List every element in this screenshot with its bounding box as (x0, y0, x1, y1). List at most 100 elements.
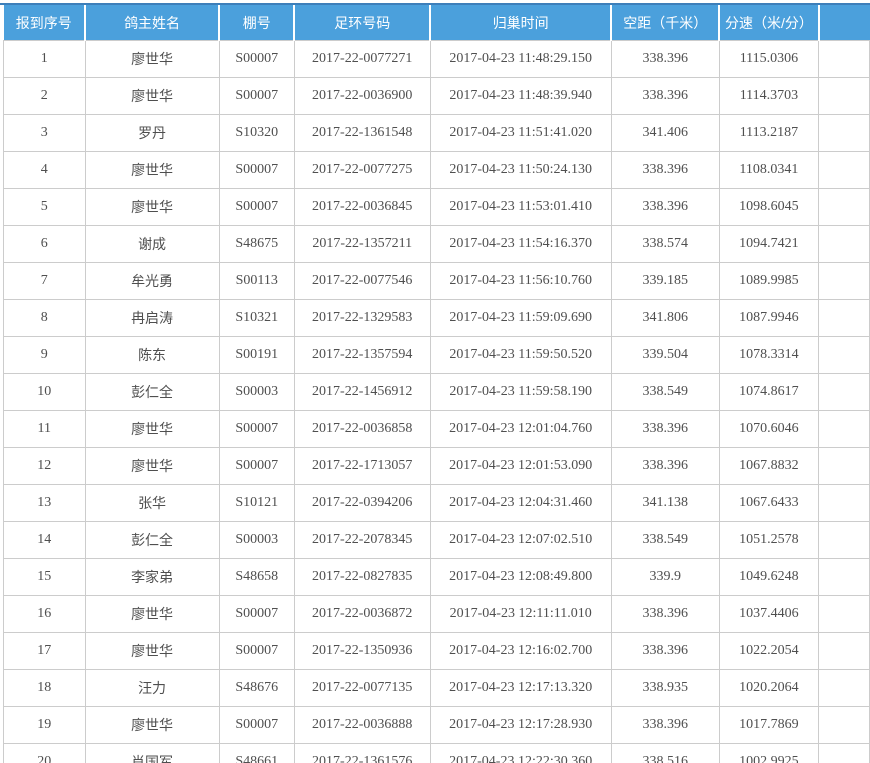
table-row: 3罗丹S103202017-22-13615482017-04-23 11:51… (4, 115, 870, 152)
cell-rank: 12 (4, 448, 86, 485)
cell-speed-m-per-min: 1113.2187 (719, 115, 818, 152)
column-header-owner-name: 鸽主姓名 (85, 5, 219, 41)
cell-speed-m-per-min: 1067.6433 (719, 485, 818, 522)
cell-speed-m-per-min: 1094.7421 (719, 226, 818, 263)
cell-rank: 9 (4, 337, 86, 374)
cell-rank: 6 (4, 226, 86, 263)
clipped-column-cell (819, 374, 870, 411)
cell-ring-no: 2017-22-0036858 (294, 411, 430, 448)
clipped-column-cell (819, 115, 870, 152)
cell-owner-name: 廖世华 (85, 707, 219, 744)
clipped-column-header (819, 5, 870, 41)
cell-distance-km: 338.396 (611, 596, 719, 633)
cell-ring-no: 2017-22-1456912 (294, 374, 430, 411)
cell-arrival-time: 2017-04-23 11:51:41.020 (430, 115, 611, 152)
table-row: 11廖世华S000072017-22-00368582017-04-23 12:… (4, 411, 870, 448)
cell-owner-name: 陈东 (85, 337, 219, 374)
clipped-column-cell (819, 189, 870, 226)
cell-distance-km: 338.396 (611, 707, 719, 744)
table-row: 12廖世华S000072017-22-17130572017-04-23 12:… (4, 448, 870, 485)
cell-rank: 10 (4, 374, 86, 411)
table-row: 8冉启涛S103212017-22-13295832017-04-23 11:5… (4, 300, 870, 337)
cell-distance-km: 338.549 (611, 522, 719, 559)
cell-ring-no: 2017-22-0036872 (294, 596, 430, 633)
cell-loft-no: S48676 (219, 670, 294, 707)
cell-speed-m-per-min: 1114.3703 (719, 78, 818, 115)
cell-arrival-time: 2017-04-23 11:53:01.410 (430, 189, 611, 226)
cell-ring-no: 2017-22-1350936 (294, 633, 430, 670)
cell-distance-km: 341.138 (611, 485, 719, 522)
cell-rank: 16 (4, 596, 86, 633)
cell-owner-name: 廖世华 (85, 78, 219, 115)
cell-rank: 19 (4, 707, 86, 744)
race-results-table: 报到序号鸽主姓名棚号足环号码归巢时间空距（千米）分速（米/分） 1廖世华S000… (3, 5, 870, 763)
cell-speed-m-per-min: 1049.6248 (719, 559, 818, 596)
cell-loft-no: S48675 (219, 226, 294, 263)
cell-owner-name: 廖世华 (85, 596, 219, 633)
cell-loft-no: S00007 (219, 41, 294, 78)
cell-owner-name: 牟光勇 (85, 263, 219, 300)
cell-ring-no: 2017-22-0394206 (294, 485, 430, 522)
cell-distance-km: 338.549 (611, 374, 719, 411)
clipped-column-cell (819, 337, 870, 374)
cell-rank: 13 (4, 485, 86, 522)
cell-distance-km: 338.396 (611, 78, 719, 115)
cell-loft-no: S00003 (219, 374, 294, 411)
cell-owner-name: 廖世华 (85, 152, 219, 189)
cell-ring-no: 2017-22-1329583 (294, 300, 430, 337)
cell-arrival-time: 2017-04-23 12:22:30.360 (430, 744, 611, 763)
cell-ring-no: 2017-22-2078345 (294, 522, 430, 559)
table-row: 5廖世华S000072017-22-00368452017-04-23 11:5… (4, 189, 870, 226)
cell-owner-name: 肖国军 (85, 744, 219, 763)
cell-rank: 14 (4, 522, 86, 559)
cell-loft-no: S10321 (219, 300, 294, 337)
cell-arrival-time: 2017-04-23 11:48:29.150 (430, 41, 611, 78)
cell-arrival-time: 2017-04-23 12:01:53.090 (430, 448, 611, 485)
cell-arrival-time: 2017-04-23 12:11:11.010 (430, 596, 611, 633)
clipped-column-cell (819, 226, 870, 263)
cell-loft-no: S00007 (219, 707, 294, 744)
cell-arrival-time: 2017-04-23 12:04:31.460 (430, 485, 611, 522)
cell-ring-no: 2017-22-0077546 (294, 263, 430, 300)
column-header-loft-no: 棚号 (219, 5, 294, 41)
cell-ring-no: 2017-22-0036900 (294, 78, 430, 115)
cell-ring-no: 2017-22-0077135 (294, 670, 430, 707)
table-row: 19廖世华S000072017-22-00368882017-04-23 12:… (4, 707, 870, 744)
table-body: 1廖世华S000072017-22-00772712017-04-23 11:4… (4, 41, 870, 763)
cell-speed-m-per-min: 1037.4406 (719, 596, 818, 633)
clipped-column-cell (819, 707, 870, 744)
cell-distance-km: 341.406 (611, 115, 719, 152)
cell-rank: 20 (4, 744, 86, 763)
cell-arrival-time: 2017-04-23 12:07:02.510 (430, 522, 611, 559)
cell-arrival-time: 2017-04-23 12:16:02.700 (430, 633, 611, 670)
cell-ring-no: 2017-22-0827835 (294, 559, 430, 596)
clipped-column-cell (819, 559, 870, 596)
clipped-column-cell (819, 411, 870, 448)
cell-loft-no: S00007 (219, 152, 294, 189)
cell-owner-name: 廖世华 (85, 41, 219, 78)
cell-owner-name: 廖世华 (85, 448, 219, 485)
cell-speed-m-per-min: 1070.6046 (719, 411, 818, 448)
cell-speed-m-per-min: 1022.2054 (719, 633, 818, 670)
cell-owner-name: 汪力 (85, 670, 219, 707)
table-row: 13张华S101212017-22-03942062017-04-23 12:0… (4, 485, 870, 522)
cell-loft-no: S00007 (219, 596, 294, 633)
cell-loft-no: S10320 (219, 115, 294, 152)
cell-speed-m-per-min: 1067.8832 (719, 448, 818, 485)
page: 报到序号鸽主姓名棚号足环号码归巢时间空距（千米）分速（米/分） 1廖世华S000… (0, 0, 870, 763)
column-header-speed-m-per-min: 分速（米/分） (719, 5, 818, 41)
clipped-column-cell (819, 633, 870, 670)
clipped-column-cell (819, 596, 870, 633)
column-header-rank: 报到序号 (4, 5, 86, 41)
table-header: 报到序号鸽主姓名棚号足环号码归巢时间空距（千米）分速（米/分） (4, 5, 870, 41)
cell-arrival-time: 2017-04-23 11:59:50.520 (430, 337, 611, 374)
table-row: 20肖国军S486612017-22-13615762017-04-23 12:… (4, 744, 870, 763)
cell-loft-no: S00007 (219, 633, 294, 670)
cell-speed-m-per-min: 1051.2578 (719, 522, 818, 559)
table-row: 17廖世华S000072017-22-13509362017-04-23 12:… (4, 633, 870, 670)
table-row: 9陈东S001912017-22-13575942017-04-23 11:59… (4, 337, 870, 374)
cell-owner-name: 廖世华 (85, 189, 219, 226)
table-row: 4廖世华S000072017-22-00772752017-04-23 11:5… (4, 152, 870, 189)
table-row: 18汪力S486762017-22-00771352017-04-23 12:1… (4, 670, 870, 707)
cell-rank: 17 (4, 633, 86, 670)
